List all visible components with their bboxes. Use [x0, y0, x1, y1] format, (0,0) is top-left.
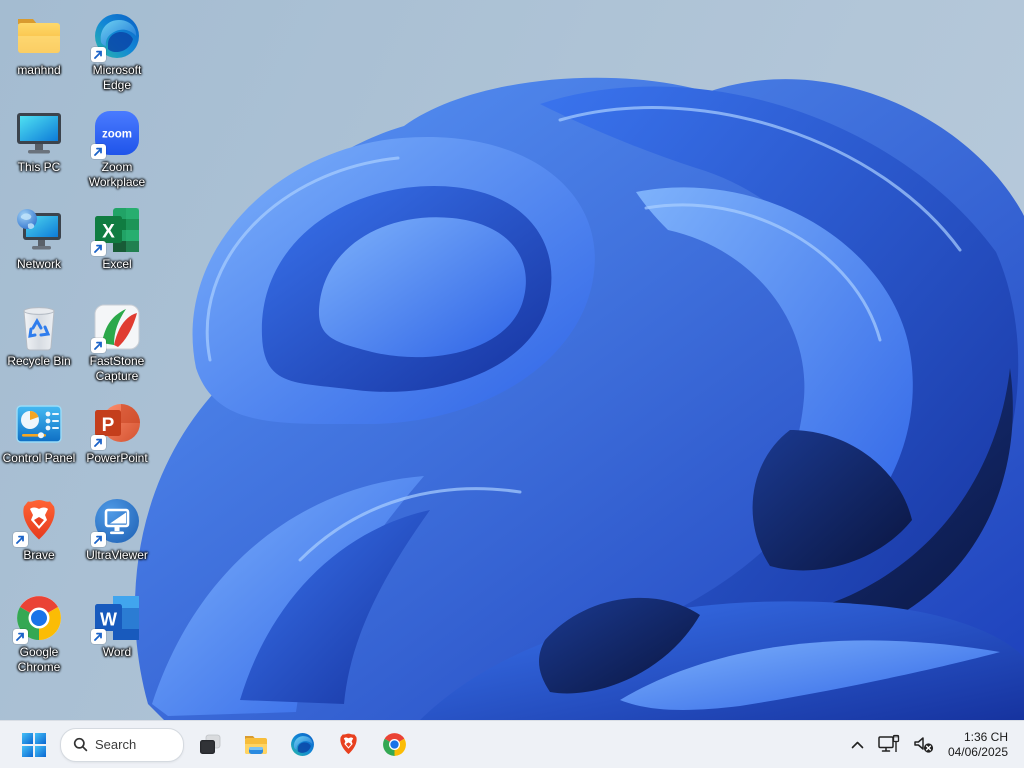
- desktop-icon-powerpoint[interactable]: P PowerPoint: [79, 392, 155, 489]
- desktop-icon-label: manhnd: [17, 63, 61, 77]
- tray-date: 04/06/2025: [947, 744, 1008, 759]
- desktop-icon-manhnd[interactable]: manhnd: [1, 4, 77, 101]
- shortcut-arrow-icon: [91, 532, 106, 547]
- word-icon: W: [91, 594, 141, 644]
- desktop-icon-network[interactable]: Network: [1, 198, 77, 295]
- desktop-icon-ultraviewer[interactable]: UltraViewer: [79, 489, 155, 586]
- shortcut-arrow-icon: [91, 144, 106, 159]
- shortcut-arrow-icon: [13, 629, 28, 644]
- brave-icon: [13, 497, 63, 547]
- desktop-icon-label: Microsoft Edge: [92, 63, 142, 92]
- brave-taskbar-button[interactable]: [328, 725, 368, 765]
- desktop-icon-label: Recycle Bin: [7, 354, 71, 368]
- file-explorer-button[interactable]: [236, 725, 276, 765]
- control-panel-icon: [15, 400, 63, 448]
- desktop-icon-word[interactable]: W Word: [79, 586, 155, 683]
- search-icon: [73, 737, 88, 752]
- network-tray-button[interactable]: [872, 725, 906, 765]
- desktop: manhnd This PC Network Recycle Bin Contr…: [0, 0, 1024, 768]
- desktop-icon-faststone-capture[interactable]: FastStone Capture: [79, 295, 155, 392]
- start-button[interactable]: [14, 725, 54, 765]
- powerpoint-logo-letter: P: [102, 415, 115, 436]
- zoom-icon: zoom: [91, 109, 141, 159]
- chrome-icon: [13, 594, 63, 644]
- desktop-icon-label: Zoom Workplace: [88, 160, 146, 189]
- speaker-muted-icon: [914, 736, 934, 753]
- shortcut-arrow-icon: [91, 241, 106, 256]
- powerpoint-icon: P: [91, 400, 141, 450]
- desktop-icon-label: Brave: [23, 548, 55, 562]
- desktop-icon-zoom-workplace[interactable]: zoom Zoom Workplace: [79, 101, 155, 198]
- this-pc-icon: [15, 109, 63, 157]
- desktop-icon-recycle-bin[interactable]: Recycle Bin: [1, 295, 77, 392]
- desktop-icon-label: Google Chrome: [17, 645, 61, 674]
- search-input[interactable]: Search: [60, 727, 184, 762]
- system-tray: 1:36 CH 04/06/2025: [845, 725, 1024, 765]
- desktop-icon-excel[interactable]: X Excel: [79, 198, 155, 295]
- task-view-icon: [200, 734, 221, 754]
- faststone-icon: [91, 303, 141, 353]
- edge-taskbar-button[interactable]: [282, 725, 322, 765]
- shortcut-arrow-icon: [91, 47, 106, 62]
- desktop-icon-column-2: Microsoft Edge zoom Zoom Workplace X Exc…: [79, 4, 155, 683]
- search-label: Search: [95, 737, 137, 752]
- folder-icon: [15, 12, 63, 60]
- recycle-bin-icon: [15, 303, 63, 351]
- desktop-icon-google-chrome[interactable]: Google Chrome: [1, 586, 77, 683]
- excel-icon: X: [91, 206, 141, 256]
- excel-logo-letter: X: [102, 222, 115, 243]
- shortcut-arrow-icon: [13, 532, 28, 547]
- network-icon: [15, 206, 63, 254]
- desktop-icon-label: PowerPoint: [86, 451, 148, 465]
- ethernet-network-icon: [878, 734, 900, 752]
- word-logo-letter: W: [100, 610, 117, 630]
- desktop-icon-microsoft-edge[interactable]: Microsoft Edge: [79, 4, 155, 101]
- desktop-icon-brave[interactable]: Brave: [1, 489, 77, 586]
- edge-icon: [91, 12, 141, 62]
- zoom-logo-text: zoom: [102, 129, 132, 141]
- windows-logo-icon: [22, 732, 46, 757]
- tray-time: 1:36 CH: [963, 729, 1008, 744]
- edge-icon: [290, 733, 314, 756]
- shortcut-arrow-icon: [91, 435, 106, 450]
- desktop-icon-this-pc[interactable]: This PC: [1, 101, 77, 198]
- chrome-taskbar-button[interactable]: [374, 725, 414, 765]
- desktop-icon-label: Excel: [102, 257, 132, 271]
- shortcut-arrow-icon: [91, 629, 106, 644]
- clock[interactable]: 1:36 CH 04/06/2025: [942, 730, 1014, 760]
- ultraviewer-icon: [91, 497, 141, 547]
- desktop-icon-column-1: manhnd This PC Network Recycle Bin Contr…: [1, 4, 77, 683]
- desktop-icon-label: This PC: [17, 160, 61, 174]
- desktop-icon-label: FastStone Capture: [89, 354, 145, 383]
- shortcut-arrow-icon: [91, 338, 106, 353]
- taskbar-left-group: Search: [0, 725, 414, 765]
- desktop-icon-label: Word: [102, 645, 132, 659]
- tray-chevron-button[interactable]: [845, 725, 870, 765]
- desktop-icon-label: UltraViewer: [86, 548, 148, 562]
- desktop-icon-label: Control Panel: [2, 451, 76, 465]
- chrome-icon: [382, 733, 406, 756]
- taskbar: Search 1:36 CH 04/06/2025: [0, 720, 1024, 768]
- chevron-up-icon: [851, 741, 864, 748]
- task-view-button[interactable]: [190, 725, 230, 765]
- desktop-icon-control-panel[interactable]: Control Panel: [1, 392, 77, 489]
- file-explorer-icon: [245, 735, 267, 754]
- brave-icon: [339, 733, 357, 755]
- desktop-icon-label: Network: [16, 257, 61, 271]
- volume-muted-tray-button[interactable]: [908, 725, 940, 765]
